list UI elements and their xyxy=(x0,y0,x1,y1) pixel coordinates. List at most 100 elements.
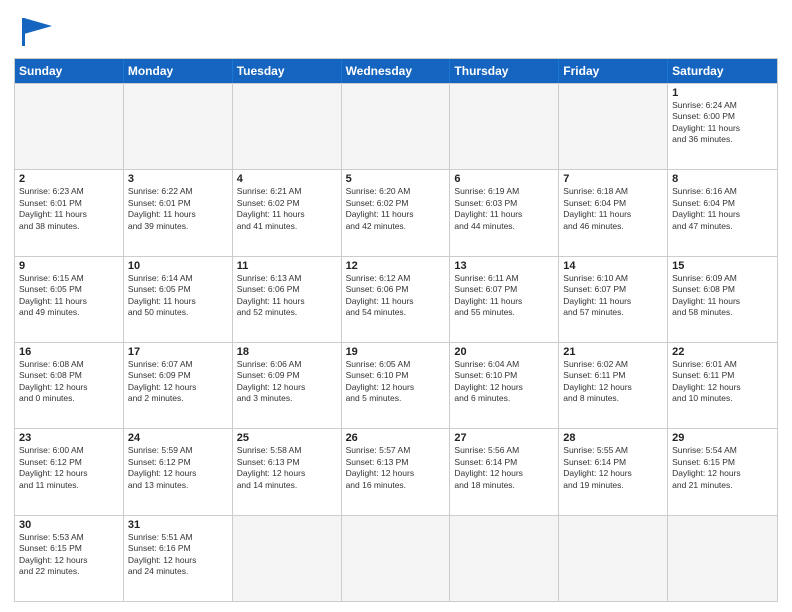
cal-cell xyxy=(233,84,342,169)
cal-cell xyxy=(342,84,451,169)
cal-cell xyxy=(124,84,233,169)
day-info: Sunrise: 6:16 AM Sunset: 6:04 PM Dayligh… xyxy=(672,186,773,232)
day-info: Sunrise: 6:11 AM Sunset: 6:07 PM Dayligh… xyxy=(454,273,554,319)
cal-cell: 22Sunrise: 6:01 AM Sunset: 6:11 PM Dayli… xyxy=(668,343,777,428)
cal-cell: 29Sunrise: 5:54 AM Sunset: 6:15 PM Dayli… xyxy=(668,429,777,514)
day-info: Sunrise: 6:20 AM Sunset: 6:02 PM Dayligh… xyxy=(346,186,446,232)
cal-cell xyxy=(559,84,668,169)
day-info: Sunrise: 6:14 AM Sunset: 6:05 PM Dayligh… xyxy=(128,273,228,319)
day-info: Sunrise: 5:54 AM Sunset: 6:15 PM Dayligh… xyxy=(672,445,773,491)
day-info: Sunrise: 5:59 AM Sunset: 6:12 PM Dayligh… xyxy=(128,445,228,491)
day-number: 25 xyxy=(237,432,337,444)
cal-cell xyxy=(450,84,559,169)
day-info: Sunrise: 5:53 AM Sunset: 6:15 PM Dayligh… xyxy=(19,532,119,578)
day-number: 6 xyxy=(454,173,554,185)
cal-cell: 6Sunrise: 6:19 AM Sunset: 6:03 PM Daylig… xyxy=(450,170,559,255)
day-info: Sunrise: 6:15 AM Sunset: 6:05 PM Dayligh… xyxy=(19,273,119,319)
day-number: 8 xyxy=(672,173,773,185)
cal-cell: 28Sunrise: 5:55 AM Sunset: 6:14 PM Dayli… xyxy=(559,429,668,514)
day-number: 16 xyxy=(19,346,119,358)
day-number: 24 xyxy=(128,432,228,444)
cal-cell: 23Sunrise: 6:00 AM Sunset: 6:12 PM Dayli… xyxy=(15,429,124,514)
cal-cell: 17Sunrise: 6:07 AM Sunset: 6:09 PM Dayli… xyxy=(124,343,233,428)
cal-week-4: 16Sunrise: 6:08 AM Sunset: 6:08 PM Dayli… xyxy=(15,342,777,428)
cal-cell: 1Sunrise: 6:24 AM Sunset: 6:00 PM Daylig… xyxy=(668,84,777,169)
cal-cell xyxy=(668,516,777,601)
logo xyxy=(14,12,62,50)
logo-icon xyxy=(14,12,58,50)
cal-cell: 4Sunrise: 6:21 AM Sunset: 6:02 PM Daylig… xyxy=(233,170,342,255)
page: SundayMondayTuesdayWednesdayThursdayFrid… xyxy=(0,0,792,612)
cal-header-sunday: Sunday xyxy=(15,59,124,83)
day-info: Sunrise: 5:56 AM Sunset: 6:14 PM Dayligh… xyxy=(454,445,554,491)
day-number: 27 xyxy=(454,432,554,444)
day-number: 29 xyxy=(672,432,773,444)
day-number: 18 xyxy=(237,346,337,358)
cal-week-5: 23Sunrise: 6:00 AM Sunset: 6:12 PM Dayli… xyxy=(15,428,777,514)
day-info: Sunrise: 6:21 AM Sunset: 6:02 PM Dayligh… xyxy=(237,186,337,232)
cal-cell: 13Sunrise: 6:11 AM Sunset: 6:07 PM Dayli… xyxy=(450,257,559,342)
cal-cell xyxy=(233,516,342,601)
day-info: Sunrise: 6:18 AM Sunset: 6:04 PM Dayligh… xyxy=(563,186,663,232)
cal-header-wednesday: Wednesday xyxy=(342,59,451,83)
cal-cell: 26Sunrise: 5:57 AM Sunset: 6:13 PM Dayli… xyxy=(342,429,451,514)
day-number: 30 xyxy=(19,519,119,531)
day-number: 4 xyxy=(237,173,337,185)
day-number: 22 xyxy=(672,346,773,358)
day-info: Sunrise: 6:08 AM Sunset: 6:08 PM Dayligh… xyxy=(19,359,119,405)
cal-cell: 31Sunrise: 5:51 AM Sunset: 6:16 PM Dayli… xyxy=(124,516,233,601)
day-info: Sunrise: 6:24 AM Sunset: 6:00 PM Dayligh… xyxy=(672,100,773,146)
cal-header-friday: Friday xyxy=(559,59,668,83)
day-number: 17 xyxy=(128,346,228,358)
day-number: 20 xyxy=(454,346,554,358)
cal-header-tuesday: Tuesday xyxy=(233,59,342,83)
cal-cell: 14Sunrise: 6:10 AM Sunset: 6:07 PM Dayli… xyxy=(559,257,668,342)
day-info: Sunrise: 5:55 AM Sunset: 6:14 PM Dayligh… xyxy=(563,445,663,491)
cal-cell: 27Sunrise: 5:56 AM Sunset: 6:14 PM Dayli… xyxy=(450,429,559,514)
day-info: Sunrise: 6:13 AM Sunset: 6:06 PM Dayligh… xyxy=(237,273,337,319)
day-number: 15 xyxy=(672,260,773,272)
cal-cell: 9Sunrise: 6:15 AM Sunset: 6:05 PM Daylig… xyxy=(15,257,124,342)
day-info: Sunrise: 6:07 AM Sunset: 6:09 PM Dayligh… xyxy=(128,359,228,405)
day-info: Sunrise: 5:51 AM Sunset: 6:16 PM Dayligh… xyxy=(128,532,228,578)
day-number: 26 xyxy=(346,432,446,444)
cal-cell: 7Sunrise: 6:18 AM Sunset: 6:04 PM Daylig… xyxy=(559,170,668,255)
header xyxy=(14,12,778,50)
cal-week-1: 1Sunrise: 6:24 AM Sunset: 6:00 PM Daylig… xyxy=(15,83,777,169)
day-info: Sunrise: 5:57 AM Sunset: 6:13 PM Dayligh… xyxy=(346,445,446,491)
day-number: 21 xyxy=(563,346,663,358)
day-info: Sunrise: 6:00 AM Sunset: 6:12 PM Dayligh… xyxy=(19,445,119,491)
day-info: Sunrise: 5:58 AM Sunset: 6:13 PM Dayligh… xyxy=(237,445,337,491)
day-info: Sunrise: 6:10 AM Sunset: 6:07 PM Dayligh… xyxy=(563,273,663,319)
day-number: 19 xyxy=(346,346,446,358)
day-info: Sunrise: 6:05 AM Sunset: 6:10 PM Dayligh… xyxy=(346,359,446,405)
cal-cell: 30Sunrise: 5:53 AM Sunset: 6:15 PM Dayli… xyxy=(15,516,124,601)
cal-header-saturday: Saturday xyxy=(668,59,777,83)
day-info: Sunrise: 6:22 AM Sunset: 6:01 PM Dayligh… xyxy=(128,186,228,232)
day-info: Sunrise: 6:04 AM Sunset: 6:10 PM Dayligh… xyxy=(454,359,554,405)
day-number: 3 xyxy=(128,173,228,185)
cal-cell: 2Sunrise: 6:23 AM Sunset: 6:01 PM Daylig… xyxy=(15,170,124,255)
cal-cell: 20Sunrise: 6:04 AM Sunset: 6:10 PM Dayli… xyxy=(450,343,559,428)
calendar-body: 1Sunrise: 6:24 AM Sunset: 6:00 PM Daylig… xyxy=(15,83,777,601)
cal-cell xyxy=(559,516,668,601)
day-number: 28 xyxy=(563,432,663,444)
day-number: 11 xyxy=(237,260,337,272)
cal-week-3: 9Sunrise: 6:15 AM Sunset: 6:05 PM Daylig… xyxy=(15,256,777,342)
cal-cell: 5Sunrise: 6:20 AM Sunset: 6:02 PM Daylig… xyxy=(342,170,451,255)
day-info: Sunrise: 6:06 AM Sunset: 6:09 PM Dayligh… xyxy=(237,359,337,405)
calendar-header-row: SundayMondayTuesdayWednesdayThursdayFrid… xyxy=(15,59,777,83)
cal-week-6: 30Sunrise: 5:53 AM Sunset: 6:15 PM Dayli… xyxy=(15,515,777,601)
cal-cell xyxy=(342,516,451,601)
day-info: Sunrise: 6:19 AM Sunset: 6:03 PM Dayligh… xyxy=(454,186,554,232)
cal-cell xyxy=(450,516,559,601)
day-info: Sunrise: 6:02 AM Sunset: 6:11 PM Dayligh… xyxy=(563,359,663,405)
day-number: 5 xyxy=(346,173,446,185)
day-info: Sunrise: 6:23 AM Sunset: 6:01 PM Dayligh… xyxy=(19,186,119,232)
cal-cell: 11Sunrise: 6:13 AM Sunset: 6:06 PM Dayli… xyxy=(233,257,342,342)
day-number: 13 xyxy=(454,260,554,272)
day-info: Sunrise: 6:01 AM Sunset: 6:11 PM Dayligh… xyxy=(672,359,773,405)
day-number: 9 xyxy=(19,260,119,272)
cal-header-thursday: Thursday xyxy=(450,59,559,83)
cal-week-2: 2Sunrise: 6:23 AM Sunset: 6:01 PM Daylig… xyxy=(15,169,777,255)
